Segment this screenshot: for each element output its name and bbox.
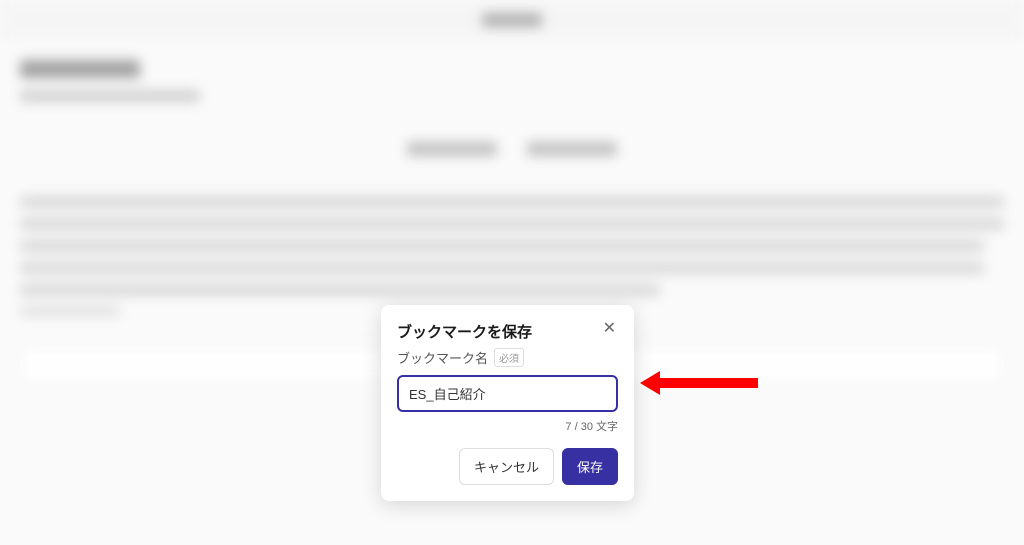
arrow-annotation	[640, 367, 760, 399]
save-bookmark-modal: ブックマークを保存 ✕ ブックマーク名 必須 7 / 30 文字 キャンセル 保…	[381, 305, 634, 501]
bookmark-name-label: ブックマーク名	[397, 348, 488, 367]
close-icon: ✕	[603, 320, 616, 337]
modal-title: ブックマークを保存	[397, 321, 532, 342]
required-badge: 必須	[494, 348, 524, 367]
close-button[interactable]: ✕	[601, 321, 618, 337]
char-count: 7 / 30 文字	[397, 418, 618, 434]
save-button[interactable]: 保存	[562, 448, 618, 485]
bookmark-name-input[interactable]	[397, 375, 618, 412]
cancel-button[interactable]: キャンセル	[459, 448, 554, 485]
